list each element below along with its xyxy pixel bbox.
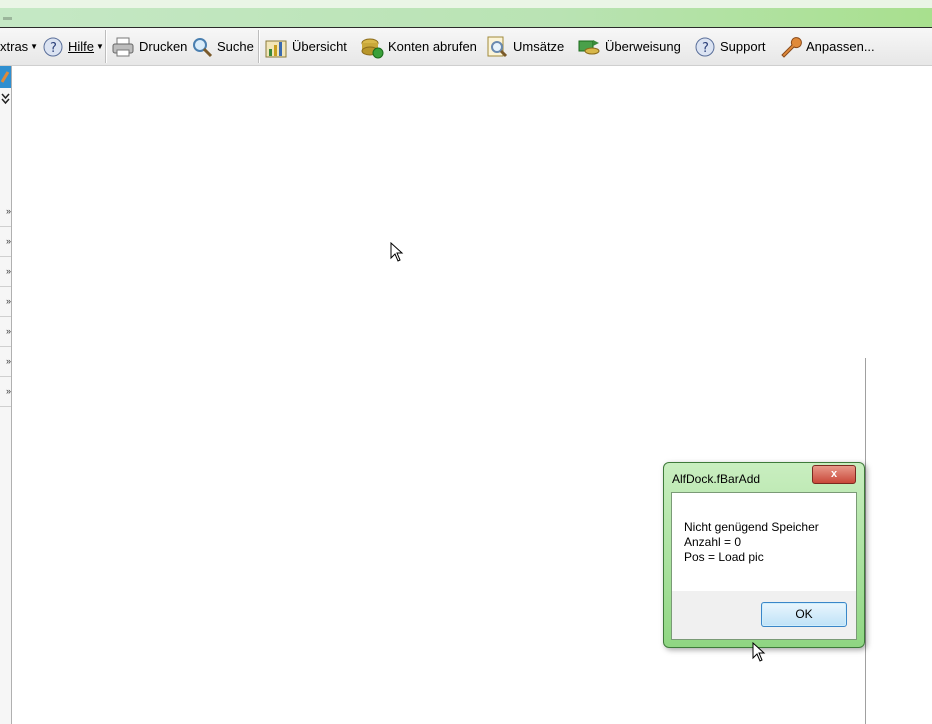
umsaetze-label: Umsätze [513, 39, 565, 54]
anpassen-button[interactable]: Anpassen... [778, 28, 875, 65]
main-toolbar: xtras ▼ ? Hilfe ▼ Drucken Suche Übersicht … [0, 28, 932, 66]
panel-expand-item[interactable]: » [0, 317, 11, 347]
close-icon: x [830, 468, 838, 480]
toolbar-separator [105, 30, 107, 63]
error-dialog: AlfDock.fBarAdd x Nicht genügend Speiche… [663, 462, 865, 648]
uebersicht-button[interactable]: Übersicht [264, 28, 347, 65]
message-line-3: Pos = Load pic [684, 550, 764, 564]
toolbar-separator [258, 30, 260, 63]
panel-expand-item[interactable]: » [0, 377, 11, 407]
title-strip-highlight [0, 0, 932, 8]
suche-button[interactable]: Suche [191, 28, 254, 65]
suche-label: Suche [217, 39, 254, 54]
window-icon-fragment [3, 17, 12, 20]
message-line-1: Nicht genügend Speicher [684, 520, 819, 534]
mouse-pointer-icon [390, 242, 404, 262]
bar-chart-icon [265, 40, 287, 57]
panel-expand-item[interactable]: » [0, 227, 11, 257]
anpassen-label: Anpassen... [806, 39, 875, 54]
left-side-panel: » » » » » » » [0, 66, 12, 724]
drucken-label: Drucken [139, 39, 188, 54]
ueberweisung-label: Überweisung [605, 39, 681, 54]
svg-text:?: ? [702, 41, 709, 56]
mouse-pointer-icon [752, 642, 766, 662]
support-button[interactable]: ? Support [694, 28, 766, 65]
dropdown-caret-icon: ▼ [30, 42, 39, 51]
hilfe-label: Hilfe [68, 39, 95, 54]
panel-expand-item[interactable]: » [0, 347, 11, 377]
help-question-icon: ? [43, 37, 63, 56]
coins-refresh-icon [361, 38, 384, 58]
money-transfer-icon [578, 39, 600, 54]
ok-button[interactable]: OK [761, 602, 847, 627]
wrench-icon [781, 36, 802, 58]
hilfe-menu-button[interactable]: ? Hilfe ▼ [42, 28, 104, 65]
panel-tool-icon[interactable] [0, 66, 11, 88]
konten-abrufen-button[interactable]: Konten abrufen [360, 28, 477, 65]
drucken-button[interactable]: Drucken [111, 28, 187, 65]
window-title-strip [0, 0, 932, 28]
printer-icon [112, 37, 134, 56]
ueberweisung-button[interactable]: Überweisung [577, 28, 681, 65]
content-divider-line [865, 358, 866, 724]
panel-expand-item[interactable]: » [0, 197, 11, 227]
panel-expand-item[interactable]: » [0, 257, 11, 287]
dropdown-caret-icon: ▼ [96, 42, 104, 51]
dialog-close-button[interactable]: x [812, 465, 856, 484]
magnifier-icon [193, 37, 213, 57]
umsaetze-button[interactable]: Umsätze [485, 28, 564, 65]
support-label: Support [720, 39, 766, 54]
panel-expand-item[interactable]: » [0, 287, 11, 317]
dialog-message: Nicht genügend Speicher Anzahl = 0 Pos =… [684, 520, 819, 565]
dialog-body: Nicht genügend Speicher Anzahl = 0 Pos =… [671, 492, 857, 640]
dialog-button-area: OK [672, 591, 856, 639]
konten-abrufen-label: Konten abrufen [388, 39, 477, 54]
document-search-icon [487, 36, 508, 57]
svg-text:?: ? [50, 41, 57, 56]
extras-menu-button[interactable]: xtras ▼ [0, 28, 38, 65]
message-line-2: Anzahl = 0 [684, 535, 742, 549]
uebersicht-label: Übersicht [292, 39, 347, 54]
collapse-double-down-icon[interactable] [0, 92, 11, 106]
extras-label: xtras [0, 39, 29, 54]
help-question-icon: ? [695, 37, 715, 56]
dialog-title: AlfDock.fBarAdd [672, 472, 761, 486]
